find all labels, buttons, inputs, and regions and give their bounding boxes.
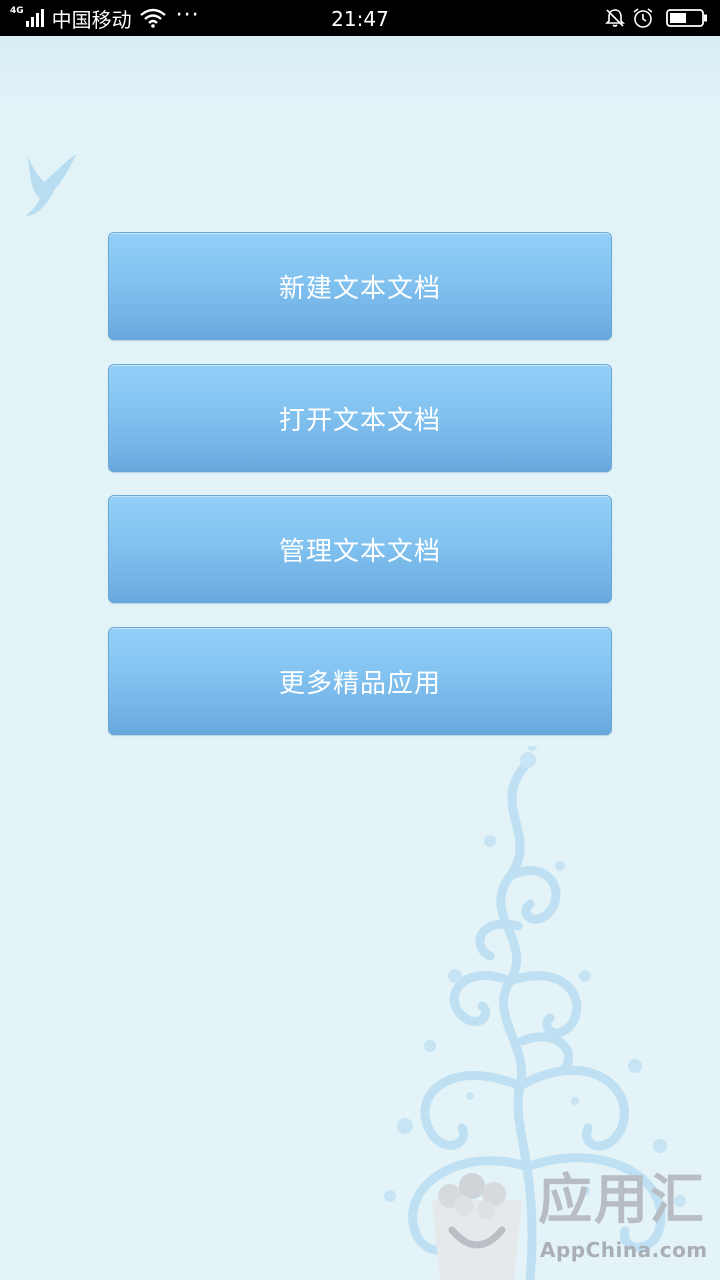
- carrier-name: 中国移动: [51, 7, 132, 32]
- manage-documents-button[interactable]: 管理文本文档: [108, 495, 612, 603]
- signal-icon: [25, 9, 44, 27]
- new-document-button[interactable]: 新建文本文档: [108, 232, 612, 340]
- shopping-bag-icon: [432, 1173, 522, 1280]
- status-right: [604, 0, 708, 36]
- network-type: 4G: [10, 6, 24, 16]
- mute-icon: [605, 9, 625, 27]
- battery-icon: [666, 9, 707, 27]
- wifi-icon: [139, 8, 166, 28]
- appchina-watermark: 应用汇 AppChina.com: [422, 1160, 720, 1280]
- watermark-title: 应用汇: [538, 1168, 706, 1231]
- bird-icon: [26, 154, 76, 216]
- main-content: 新建文本文档 打开文本文档 管理文本文档 更多精品应用: [0, 36, 720, 1280]
- status-left: 4G 中国移动 ···: [10, 0, 200, 36]
- more-apps-button[interactable]: 更多精品应用: [108, 627, 612, 735]
- more-notifications: ···: [175, 2, 200, 28]
- watermark-subtitle: AppChina.com: [540, 1238, 708, 1262]
- alarm-icon: [633, 8, 653, 28]
- open-document-button[interactable]: 打开文本文档: [108, 364, 612, 472]
- status-bar: 4G 中国移动 ··· 21:47: [0, 0, 720, 36]
